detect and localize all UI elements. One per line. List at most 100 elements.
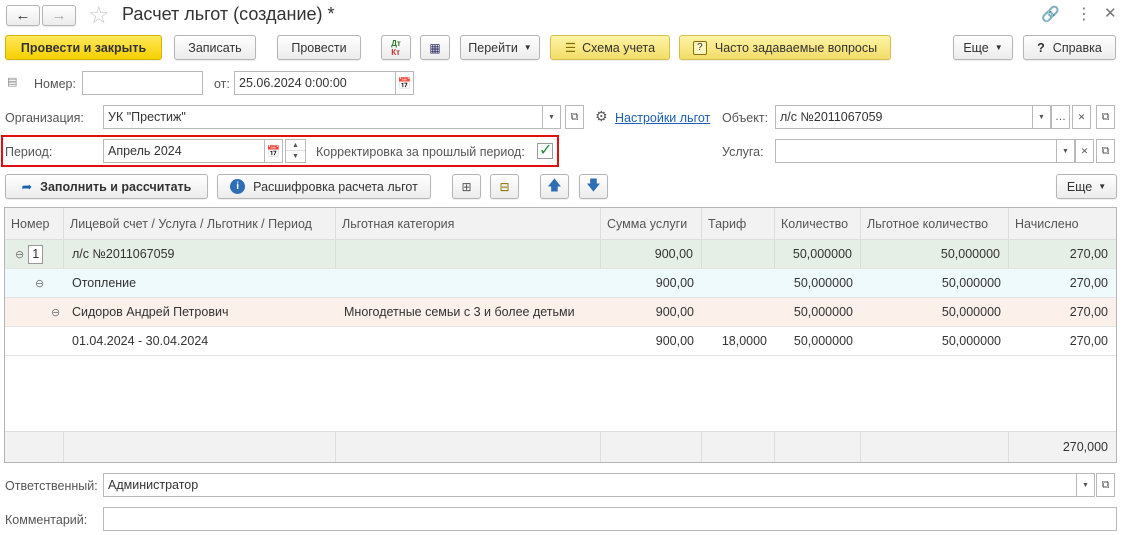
row-name: Отопление: [72, 276, 137, 290]
header-tariff[interactable]: Тариф: [702, 208, 775, 239]
object-open-button[interactable]: ⧉: [1096, 105, 1115, 129]
fill-and-calculate-button[interactable]: ➦ Заполнить и рассчитать: [5, 174, 208, 199]
checkmark-icon: ✓: [539, 142, 553, 159]
row-number-cell: [5, 327, 64, 355]
document-icon: ▤: [7, 76, 18, 88]
collapse-all-button[interactable]: ⊟: [490, 174, 519, 199]
row-tariff: [702, 240, 775, 268]
help-button[interactable]: ? Справка: [1023, 35, 1116, 60]
comment-label: Комментарий:: [5, 513, 88, 527]
info-icon: i: [230, 179, 246, 194]
table-row[interactable]: ⊖ Отопление 900,00 50,000000 50,000000 2…: [5, 269, 1116, 298]
organization-dropdown[interactable]: ▼: [542, 105, 561, 129]
back-button[interactable]: ←: [6, 5, 40, 26]
row-benefit-quantity: 50,000000: [941, 276, 1001, 290]
service-clear-button[interactable]: ✕: [1075, 139, 1094, 163]
row-quantity: 50,000000: [793, 276, 853, 290]
dropdown-arrow-icon: ▼: [1082, 481, 1089, 489]
service-dropdown[interactable]: ▼: [1056, 139, 1075, 163]
table-more-button[interactable]: Еще ▼: [1056, 174, 1117, 199]
open-icon: ⧉: [570, 110, 579, 123]
dt-kt-button[interactable]: Дт Кт: [381, 35, 411, 60]
object-field[interactable]: л/с №2011067059: [775, 105, 1033, 129]
stepper-up-icon[interactable]: ▲: [286, 140, 305, 151]
period-field[interactable]: Апрель 2024: [103, 139, 265, 163]
benefits-table[interactable]: Номер Лицевой счет / Услуга / Льготник /…: [4, 207, 1117, 463]
arrow-up-icon: 🡅: [547, 176, 562, 193]
calendar-button[interactable]: 📅: [395, 71, 414, 95]
row-tariff: [702, 298, 775, 326]
dropdown-arrow-icon: ▼: [1098, 182, 1107, 191]
favorite-star-icon[interactable]: ☆: [88, 1, 110, 30]
row-name: 01.04.2024 - 30.04.2024: [72, 334, 209, 348]
header-quantity[interactable]: Количество: [775, 208, 861, 239]
post-button[interactable]: Провести: [277, 35, 361, 60]
row-sum: 900,00: [655, 276, 694, 290]
save-button[interactable]: Записать: [174, 35, 256, 60]
header-category[interactable]: Льготная категория: [336, 208, 601, 239]
number-field[interactable]: [82, 71, 203, 95]
more-vertical-icon[interactable]: ⋮: [1076, 4, 1092, 24]
clear-icon: ✕: [1077, 111, 1086, 122]
comment-field[interactable]: [103, 507, 1117, 531]
table-row[interactable]: ⊖ 1 л/с №2011067059 900,00 50,000000 50,…: [5, 240, 1116, 269]
service-field[interactable]: [775, 139, 1057, 163]
close-icon[interactable]: ✕: [1104, 4, 1117, 22]
goto-button[interactable]: Перейти ▼: [460, 35, 540, 60]
dropdown-arrow-icon: ▼: [548, 113, 555, 121]
responsible-dropdown[interactable]: ▼: [1076, 473, 1095, 497]
link-icon[interactable]: 🔗: [1041, 5, 1060, 23]
row-category: [336, 240, 601, 268]
table-row[interactable]: 01.04.2024 - 30.04.2024 900,00 18,0000 5…: [5, 327, 1116, 356]
header-benefit-quantity[interactable]: Льготное количество: [861, 208, 1009, 239]
forward-button[interactable]: →: [42, 5, 76, 26]
collapse-icon[interactable]: ⊖: [35, 277, 44, 290]
decode-calculation-button[interactable]: i Расшифровка расчета льгот: [217, 174, 431, 199]
collapse-tree-icon: ⊟: [499, 179, 510, 194]
header-number[interactable]: Номер: [5, 208, 64, 239]
object-dropdown[interactable]: ▼: [1032, 105, 1051, 129]
more-button[interactable]: Еще ▼: [953, 35, 1013, 60]
period-stepper[interactable]: ▲ ▼: [285, 139, 306, 163]
object-clear-button[interactable]: ✕: [1072, 105, 1091, 129]
row-sum: 900,00: [655, 334, 694, 348]
row-number-cell: ⊖: [5, 298, 64, 326]
post-and-close-button[interactable]: Провести и закрыть: [5, 35, 162, 60]
row-accrued: 270,00: [1069, 276, 1108, 290]
row-number-cell: ⊖: [5, 269, 64, 297]
expand-all-button[interactable]: ⊞: [452, 174, 481, 199]
table-row[interactable]: ⊖ Сидоров Андрей Петрович Многодетные се…: [5, 298, 1116, 327]
collapse-icon[interactable]: ⊖: [51, 306, 60, 319]
header-sum[interactable]: Сумма услуги: [601, 208, 702, 239]
responsible-open-button[interactable]: ⧉: [1096, 473, 1115, 497]
object-select-button[interactable]: …: [1051, 105, 1070, 129]
collapse-icon[interactable]: ⊖: [15, 248, 24, 261]
dropdown-arrow-icon: ▼: [1062, 147, 1069, 155]
structure-button[interactable]: ▦: [420, 35, 450, 60]
row-quantity: 50,000000: [775, 240, 861, 268]
responsible-field[interactable]: Администратор: [103, 473, 1077, 497]
stepper-down-icon[interactable]: ▼: [286, 151, 305, 162]
service-open-button[interactable]: ⧉: [1096, 139, 1115, 163]
header-account[interactable]: Лицевой счет / Услуга / Льготник / Перио…: [64, 208, 336, 239]
accounting-scheme-button[interactable]: ☰ Схема учета: [550, 35, 670, 60]
row-number-cell: ⊖ 1: [5, 240, 64, 268]
gear-icon: ⚙: [595, 108, 608, 124]
question-mark-icon: ?: [1037, 40, 1045, 55]
move-down-button[interactable]: 🡇: [579, 174, 608, 199]
dropdown-arrow-icon: ▼: [523, 43, 532, 52]
row-quantity: 50,000000: [793, 334, 853, 348]
fill-arrow-icon: ➦: [21, 180, 33, 194]
organization-field[interactable]: УК "Престиж": [103, 105, 543, 129]
calendar-icon: 📅: [397, 77, 412, 90]
correction-checkbox[interactable]: ✓: [537, 142, 553, 159]
row-name: л/с №2011067059: [64, 240, 336, 268]
move-up-button[interactable]: 🡅: [540, 174, 569, 199]
date-field[interactable]: 25.06.2024 0:00:00: [234, 71, 396, 95]
faq-button[interactable]: ? Часто задаваемые вопросы: [679, 35, 891, 60]
organization-open-button[interactable]: ⧉: [565, 105, 584, 129]
header-accrued[interactable]: Начислено: [1009, 208, 1116, 239]
benefit-settings-link[interactable]: Настройки льгот: [615, 111, 710, 125]
period-calendar-button[interactable]: 📅: [264, 139, 283, 163]
table-header: Номер Лицевой счет / Услуга / Льготник /…: [5, 208, 1116, 240]
